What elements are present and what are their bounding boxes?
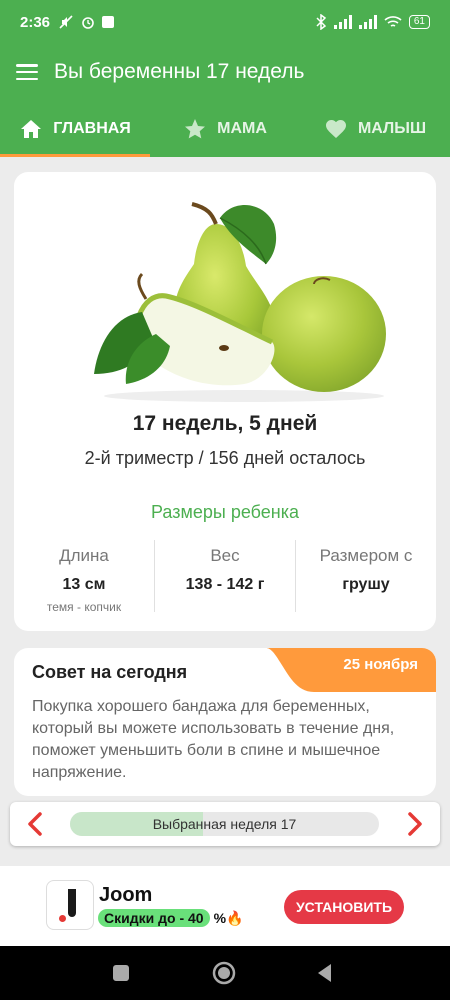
week-card: 17 недель, 5 дней 2-й триместр / 156 дне…: [14, 172, 436, 631]
menu-icon[interactable]: [16, 64, 38, 80]
stat-weight-label: Вес: [210, 546, 240, 565]
stat-size-label: Размером с: [319, 546, 413, 565]
baby-stats: Длина 13 см темя - копчик Вес 138 - 142 …: [14, 540, 436, 614]
week-progress: Выбранная неделя 17: [70, 812, 379, 836]
tab-bar: ГЛАВНАЯ МАМА МАЛЫШ: [0, 100, 450, 157]
status-time: 2:36: [20, 13, 51, 31]
alarm-icon: [82, 17, 94, 29]
tab-home[interactable]: ГЛАВНАЯ: [0, 100, 150, 157]
app-bar: Вы беременны 17 недель: [0, 44, 450, 100]
advice-text: Покупка хорошего бандажа для беременных,…: [32, 698, 395, 781]
tab-baby-label: МАЛЫШ: [357, 119, 427, 137]
previous-week-button[interactable]: [22, 810, 50, 838]
system-nav-bar: [0, 946, 450, 1000]
stat-size-value: грушу: [342, 576, 390, 593]
stat-length-value: 13 см: [62, 576, 106, 593]
stat-size: Размером с грушу: [295, 540, 436, 612]
install-button[interactable]: УСТАНОВИТЬ: [284, 890, 404, 924]
week-selector: Выбранная неделя 17: [10, 802, 440, 846]
recents-icon[interactable]: [108, 960, 134, 986]
home-icon: [21, 119, 42, 138]
tab-baby[interactable]: МАЛЫШ: [300, 100, 450, 157]
back-icon[interactable]: [312, 960, 338, 986]
advice-title: Совет на сегодня: [32, 662, 188, 682]
joom-logo: [46, 880, 94, 930]
signal-icon-2: [358, 15, 377, 29]
tab-mama[interactable]: МАМА: [150, 100, 300, 157]
date-badge: 25 ноября: [266, 648, 436, 692]
stat-length-label: Длина: [59, 546, 109, 565]
ad-promo-pill: Скидки до - 40: [98, 909, 210, 927]
stat-length-sub: темя - копчик: [46, 600, 122, 614]
bluetooth-icon: [316, 14, 327, 30]
notification-icon: [102, 16, 115, 28]
next-week-button[interactable]: [400, 810, 428, 838]
ad-banner[interactable]: Joom Скидки до - 40 %🔥 УСТАНОВИТЬ: [0, 866, 450, 946]
selected-week-label: Выбранная неделя 17: [152, 816, 297, 832]
status-bar: 2:36 61: [0, 0, 450, 44]
tab-mama-label: МАМА: [217, 119, 267, 137]
home-nav-icon[interactable]: [211, 960, 237, 986]
ad-app-name: Joom: [99, 884, 153, 906]
baby-size-title: Размеры ребенка: [151, 502, 299, 522]
stat-weight: Вес 138 - 142 г: [154, 540, 295, 612]
heart-icon: [325, 119, 346, 138]
stat-length: Длина 13 см темя - копчик: [14, 540, 154, 614]
ad-promo: Скидки до - 40 %🔥: [98, 908, 243, 928]
advice-card: Совет на сегодня 25 ноября Покупка хорош…: [14, 648, 436, 796]
tab-home-label: ГЛАВНАЯ: [53, 119, 131, 137]
star-icon: [185, 118, 206, 138]
stat-weight-value: 138 - 142 г: [185, 576, 265, 593]
battery-icon: 61: [408, 15, 430, 29]
week-title: 17 недель, 5 дней: [132, 412, 318, 435]
pear-illustration: [94, 202, 386, 402]
wifi-icon: [384, 16, 402, 27]
ad-promo-rest: %🔥: [213, 909, 244, 926]
signal-icon: [333, 15, 352, 29]
advice-date: 25 ноября: [343, 656, 418, 673]
trimester-info: 2-й триместр / 156 дней осталось: [84, 448, 366, 468]
page-title: Вы беременны 17 недель: [54, 60, 305, 83]
silent-icon: [59, 15, 73, 29]
